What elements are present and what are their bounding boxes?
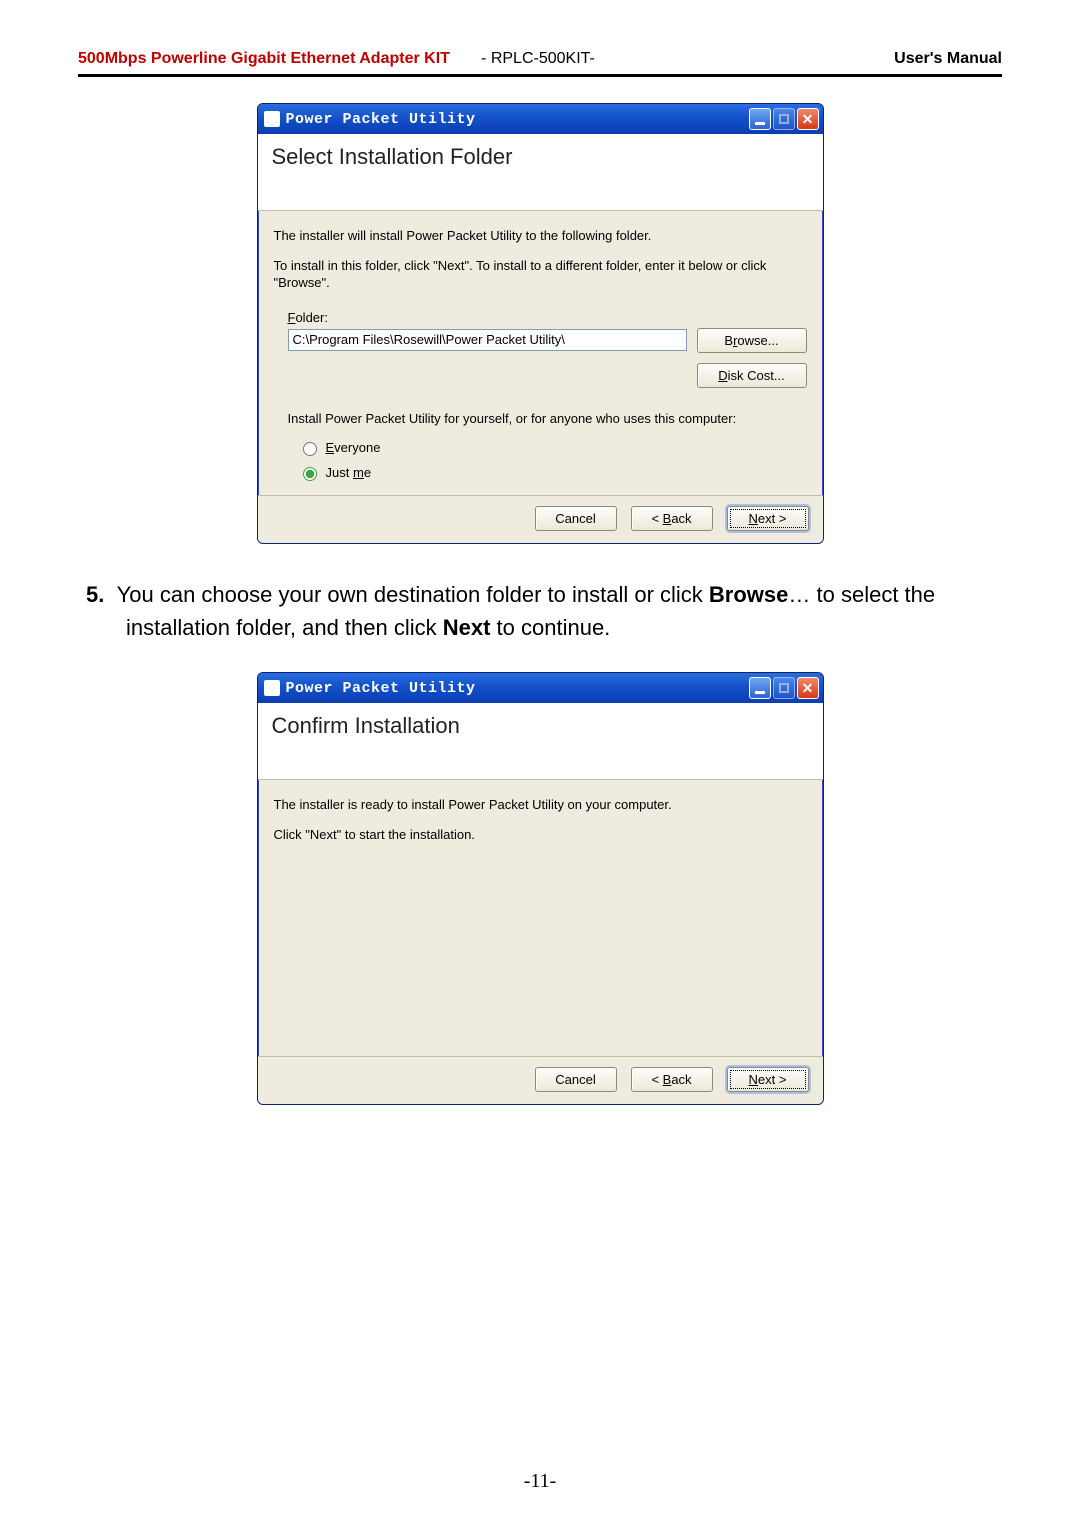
radio-just-me-input[interactable] <box>303 467 317 481</box>
page-number: -11- <box>0 1470 1080 1493</box>
manual-label: User's Manual <box>894 50 1002 68</box>
folder-input[interactable] <box>288 329 687 351</box>
header-divider <box>78 74 1002 77</box>
cancel-button[interactable]: Cancel <box>535 1067 617 1092</box>
browse-button[interactable]: Browse... <box>697 328 807 353</box>
product-title: 500Mbps Powerline Gigabit Ethernet Adapt… <box>78 50 450 67</box>
confirm-line-1: The installer is ready to install Power … <box>274 796 807 814</box>
model-prefix <box>454 50 481 67</box>
dialog-body: The installer will install Power Packet … <box>258 211 823 495</box>
window-controls: ✕ <box>749 108 819 130</box>
disk-cost-button[interactable]: Disk Cost... <box>697 363 807 388</box>
cancel-button[interactable]: Cancel <box>535 506 617 531</box>
back-button[interactable]: < Back <box>631 506 713 531</box>
radio-everyone[interactable]: Everyone <box>298 439 807 456</box>
install-for-section: Install Power Packet Utility for yoursel… <box>274 410 807 482</box>
dialog-header: Select Installation Folder <box>258 134 823 211</box>
window-title: Power Packet Utility <box>286 680 749 697</box>
document-header: 500Mbps Powerline Gigabit Ethernet Adapt… <box>78 50 1002 72</box>
dialog-footer: Cancel < Back Next > <box>258 495 823 543</box>
close-button[interactable]: ✕ <box>797 677 819 699</box>
confirm-line-2: Click "Next" to start the installation. <box>274 826 807 844</box>
installer-dialog-confirm: Power Packet Utility ✕ Confirm Installat… <box>257 672 824 1105</box>
maximize-button <box>773 677 795 699</box>
window-controls: ✕ <box>749 677 819 699</box>
install-for-text: Install Power Packet Utility for yoursel… <box>288 410 807 428</box>
dialog-body: The installer is ready to install Power … <box>258 780 823 1056</box>
back-button[interactable]: < Back <box>631 1067 713 1092</box>
folder-label: Folder: <box>288 310 687 325</box>
intro-line-1: The installer will install Power Packet … <box>274 227 807 245</box>
app-icon <box>264 111 280 127</box>
dialog-header: Confirm Installation <box>258 703 823 780</box>
installer-dialog-select-folder: Power Packet Utility ✕ Select Installati… <box>257 103 824 544</box>
radio-just-me[interactable]: Just me <box>298 464 807 481</box>
window-title: Power Packet Utility <box>286 111 749 128</box>
titlebar[interactable]: Power Packet Utility ✕ <box>258 673 823 703</box>
close-button[interactable]: ✕ <box>797 108 819 130</box>
app-icon <box>264 680 280 696</box>
maximize-button <box>773 108 795 130</box>
minimize-button[interactable] <box>749 677 771 699</box>
intro-line-2: To install in this folder, click "Next".… <box>274 257 807 292</box>
minimize-button[interactable] <box>749 108 771 130</box>
dialog-heading: Confirm Installation <box>272 713 809 739</box>
model-dash: - <box>481 50 491 67</box>
dialog-heading: Select Installation Folder <box>272 144 809 170</box>
step-5-text: 5. You can choose your own destination f… <box>78 578 1002 644</box>
radio-everyone-input[interactable] <box>303 442 317 456</box>
next-button[interactable]: Next > <box>727 506 809 531</box>
folder-row: Folder: Browse... Disk Cost... <box>274 310 807 388</box>
dialog-footer: Cancel < Back Next > <box>258 1056 823 1104</box>
model-number: RPLC-500KIT- <box>491 50 595 67</box>
next-button[interactable]: Next > <box>727 1067 809 1092</box>
titlebar[interactable]: Power Packet Utility ✕ <box>258 104 823 134</box>
